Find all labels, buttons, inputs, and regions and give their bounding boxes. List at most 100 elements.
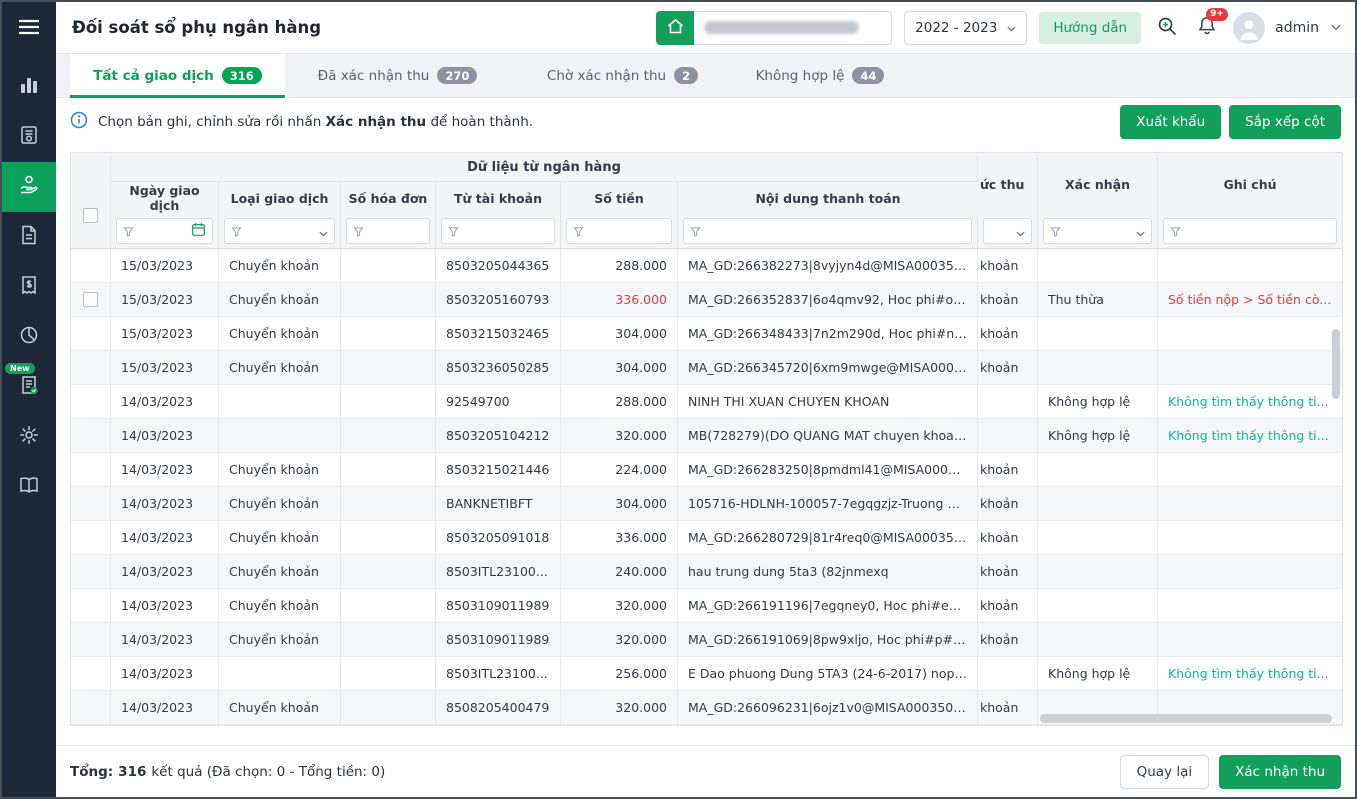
- account-cell: 8503205044365: [436, 249, 561, 282]
- select-all-checkbox[interactable]: [83, 208, 98, 223]
- col-header-type[interactable]: Loại giao dịch: [219, 182, 341, 215]
- date-cell: 14/03/2023: [111, 623, 219, 656]
- table-row[interactable]: 14/03/2023 92549700 288.000 NINH THI XUA…: [71, 385, 1342, 419]
- hamburger-menu-button[interactable]: [2, 2, 56, 56]
- sidebar-item-guide[interactable]: [2, 462, 56, 512]
- confirm-cell: [1038, 487, 1158, 520]
- amount-cell: 288.000: [561, 249, 678, 282]
- calendar-icon[interactable]: [191, 222, 206, 241]
- invoice-cell: [341, 555, 436, 588]
- type-cell: Chuyển khoản: [219, 317, 341, 350]
- confirm-cell: Không hợp lệ: [1038, 385, 1158, 418]
- sidebar-item-bank-reconciliation[interactable]: [2, 162, 56, 212]
- guide-button[interactable]: Hướng dẫn: [1039, 11, 1142, 44]
- filter-note[interactable]: [1163, 218, 1337, 244]
- content-cell: MA_GD:266191069|8pw9xljo, Hoc phi#p#[2..…: [678, 623, 978, 656]
- checkbox-cell: [71, 317, 111, 350]
- invoice-cell: [341, 419, 436, 452]
- table-header: Dữ liệu từ ngân hàng Ngày giao dịch Loại…: [71, 153, 1342, 249]
- hand-coin-icon: [18, 174, 40, 200]
- table-row[interactable]: 14/03/2023 8503205104212 320.000 MB(7282…: [71, 419, 1342, 453]
- col-header-confirm[interactable]: Xác nhận: [1038, 153, 1157, 215]
- filter-confirm[interactable]: [1043, 218, 1152, 244]
- col-header-note[interactable]: Ghi chú: [1158, 153, 1342, 215]
- date-cell: 15/03/2023: [111, 317, 219, 350]
- home-button[interactable]: [656, 10, 695, 45]
- search-button[interactable]: [1153, 13, 1181, 43]
- table-row[interactable]: 14/03/2023 Chuyển khoản 8503109011989 32…: [71, 623, 1342, 657]
- sidebar-item-dashboard[interactable]: [2, 62, 56, 112]
- confirm-cell: [1038, 555, 1158, 588]
- avatar[interactable]: [1233, 11, 1266, 44]
- confirm-cell: [1038, 623, 1158, 656]
- content-cell: MA_GD:266348433|7n2m290d, Hoc phi#n#...: [678, 317, 978, 350]
- filter-method[interactable]: [983, 218, 1032, 244]
- col-header-account[interactable]: Từ tài khoản: [436, 182, 561, 215]
- note-cell: Số tiền nộp > Số tiền cò...: [1168, 292, 1332, 307]
- col-header-method[interactable]: ức thu: [978, 153, 1037, 215]
- table-row[interactable]: 15/03/2023 Chuyển khoản 8503215032465 30…: [71, 317, 1342, 351]
- table-row[interactable]: 15/03/2023 Chuyển khoản 8503205160793 33…: [71, 283, 1342, 317]
- amount-cell: 304.000: [561, 351, 678, 384]
- col-header-amount[interactable]: Số tiền: [561, 182, 678, 215]
- vertical-scrollbar[interactable]: [1332, 329, 1340, 399]
- table-row[interactable]: 14/03/2023 Chuyển khoản 8503215021446 22…: [71, 453, 1342, 487]
- table-row[interactable]: 14/03/2023 Chuyển khoản 8503205091018 33…: [71, 521, 1342, 555]
- note-cell: [1158, 521, 1342, 554]
- filter-type[interactable]: [224, 218, 335, 245]
- school-year-select[interactable]: 2022 - 2023: [904, 10, 1028, 45]
- sidebar-item-receipts[interactable]: [2, 262, 56, 312]
- filter-content[interactable]: [683, 218, 972, 245]
- tab-pending[interactable]: Chờ xác nhận thu 2: [510, 54, 735, 97]
- col-header-invoice[interactable]: Số hóa đơn: [341, 182, 436, 215]
- table-row[interactable]: 14/03/2023 Chuyển khoản BANKNETIBFT 304.…: [71, 487, 1342, 521]
- row-checkbox[interactable]: [83, 292, 98, 307]
- sidebar-item-fees[interactable]: [2, 112, 56, 162]
- account-cell: 8503236050285: [436, 351, 561, 384]
- table-row[interactable]: 14/03/2023 Chuyển khoản 8503ITL23100... …: [71, 555, 1342, 589]
- back-button[interactable]: Quay lại: [1119, 754, 1210, 789]
- filter-account[interactable]: [441, 218, 555, 245]
- table-row[interactable]: 15/03/2023 Chuyển khoản 8503236050285 30…: [71, 351, 1342, 385]
- filter-amount[interactable]: [566, 218, 672, 245]
- note-cell: [1158, 623, 1342, 656]
- school-name-input[interactable]: [694, 10, 893, 45]
- sidebar-item-documents[interactable]: [2, 212, 56, 262]
- method-cell: khoản: [978, 487, 1038, 520]
- tab-confirmed[interactable]: Đã xác nhận thu 270: [285, 54, 510, 97]
- confirm-receipt-button[interactable]: Xác nhận thu: [1219, 754, 1341, 789]
- sidebar-item-settings[interactable]: [2, 412, 56, 462]
- sidebar-item-reports[interactable]: [2, 312, 56, 362]
- method-cell: [978, 657, 1038, 690]
- tab-bar: Tất cả giao dịch 316 Đã xác nhận thu 270…: [56, 54, 1355, 98]
- filter-date[interactable]: [116, 218, 213, 245]
- type-cell: Chuyển khoản: [219, 623, 341, 656]
- table-row[interactable]: 15/03/2023 Chuyển khoản 8503205044365 28…: [71, 249, 1342, 283]
- filter-invoice[interactable]: [346, 218, 430, 245]
- table-row[interactable]: 14/03/2023 8503ITL23100... 256.000 E Dao…: [71, 657, 1342, 691]
- summary-text: Tổng: 316 kết quả (Đã chọn: 0 - Tổng tiề…: [70, 764, 385, 780]
- content-cell: MA_GD:266096231|6ojz1v0@MISA000350, ...: [678, 691, 978, 724]
- horizontal-scrollbar[interactable]: [1040, 714, 1332, 723]
- sidebar-item-contracts[interactable]: New: [2, 362, 56, 412]
- arrange-columns-button[interactable]: Sắp xếp cột: [1229, 105, 1341, 139]
- method-cell: [978, 385, 1038, 418]
- page-header: Đối soát sổ phụ ngân hàng 2022 - 2023 Hư…: [56, 2, 1355, 54]
- tab-invalid[interactable]: Không hợp lệ 44: [735, 54, 905, 97]
- account-cell: 8503205091018: [436, 521, 561, 554]
- user-menu-chevron-icon[interactable]: [1331, 24, 1341, 31]
- chevron-down-icon: [1016, 222, 1025, 241]
- table-row[interactable]: 14/03/2023 Chuyển khoản 8503109011989 32…: [71, 589, 1342, 623]
- tab-label: Tất cả giao dịch: [93, 67, 214, 84]
- col-header-date[interactable]: Ngày giao dịch: [111, 182, 219, 215]
- date-cell: 15/03/2023: [111, 283, 219, 316]
- amount-cell: 304.000: [561, 317, 678, 350]
- notifications-button[interactable]: 9+: [1193, 7, 1228, 43]
- tab-all-transactions[interactable]: Tất cả giao dịch 316: [70, 54, 285, 98]
- export-button[interactable]: Xuất khẩu: [1120, 105, 1222, 139]
- date-cell: 15/03/2023: [111, 249, 219, 282]
- checkbox-cell: [71, 691, 111, 724]
- col-header-content[interactable]: Nội dung thanh toán: [678, 182, 978, 215]
- school-selector: [656, 10, 893, 45]
- content-cell: MB(728279)(DO QUANG MAT chuyen khoan...: [678, 419, 978, 452]
